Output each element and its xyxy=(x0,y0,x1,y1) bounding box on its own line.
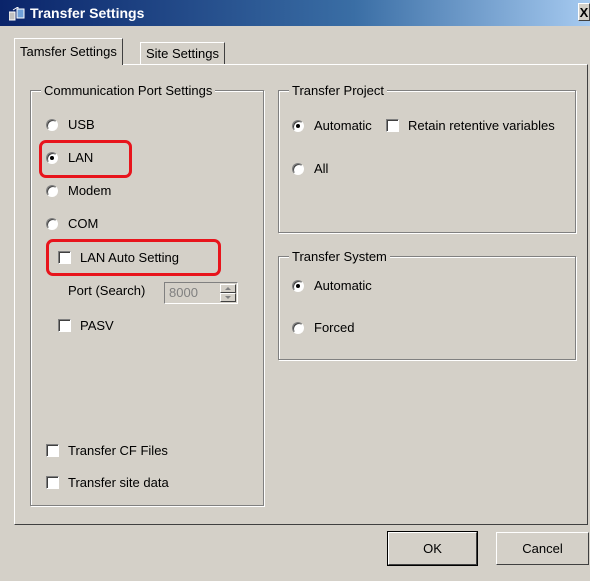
pasv-label: PASV xyxy=(80,318,114,333)
lan-label: LAN xyxy=(68,150,94,165)
close-icon: X xyxy=(579,5,589,20)
system-automatic-label: Automatic xyxy=(314,278,372,293)
com-label: COM xyxy=(68,216,99,231)
modem-label: Modem xyxy=(68,183,112,198)
transfer-system-group: Transfer System xyxy=(278,249,576,360)
modem-radio-circle[interactable] xyxy=(46,185,58,197)
communication-port-title: Communication Port Settings xyxy=(41,83,216,98)
project-automatic-label: Automatic xyxy=(314,118,372,133)
transfer-site-data-box[interactable] xyxy=(46,476,59,489)
usb-label: USB xyxy=(68,117,95,132)
system-forced-radio-circle[interactable] xyxy=(292,322,304,334)
com-radio-circle[interactable] xyxy=(46,218,58,230)
transfer-settings-dialog: Transfer Settings X Tamsfer Settings Sit… xyxy=(0,0,590,581)
cancel-button[interactable]: Cancel xyxy=(496,532,589,565)
transfer-project-title: Transfer Project xyxy=(289,83,387,98)
title-bar[interactable]: Transfer Settings X xyxy=(0,0,590,26)
pasv-box[interactable] xyxy=(58,319,71,332)
transfer-cf-files-label: Transfer CF Files xyxy=(68,443,168,458)
window-title: Transfer Settings xyxy=(30,5,145,21)
project-all-label: All xyxy=(314,161,329,176)
tab-transfer-settings[interactable]: Tamsfer Settings xyxy=(14,38,123,65)
transfer-system-title: Transfer System xyxy=(289,249,390,264)
port-search-label: Port (Search) xyxy=(68,283,146,298)
port-search-value: 8000 xyxy=(169,285,198,300)
lan-auto-setting-box[interactable] xyxy=(58,251,71,264)
transfer-cf-files-box[interactable] xyxy=(46,444,59,457)
project-automatic-radio-circle[interactable] xyxy=(292,120,304,132)
transfer-site-data-label: Transfer site data xyxy=(68,475,169,490)
spin-up-icon xyxy=(220,284,236,293)
project-all-radio-circle[interactable] xyxy=(292,163,304,175)
retain-retentive-label: Retain retentive variables xyxy=(408,118,555,133)
usb-radio-circle[interactable] xyxy=(46,119,58,131)
system-forced-label: Forced xyxy=(314,320,355,335)
port-search-spinbox: 8000 xyxy=(164,282,238,304)
tab-site-settings[interactable]: Site Settings xyxy=(140,42,225,65)
spin-down-icon xyxy=(220,293,236,302)
retain-retentive-box[interactable] xyxy=(386,119,399,132)
system-automatic-radio-circle[interactable] xyxy=(292,280,304,292)
ok-button[interactable]: OK xyxy=(387,531,478,566)
transfer-icon xyxy=(9,7,25,21)
lan-radio-circle[interactable] xyxy=(46,152,58,164)
lan-auto-setting-label: LAN Auto Setting xyxy=(80,250,180,265)
close-button[interactable]: X xyxy=(578,3,590,21)
